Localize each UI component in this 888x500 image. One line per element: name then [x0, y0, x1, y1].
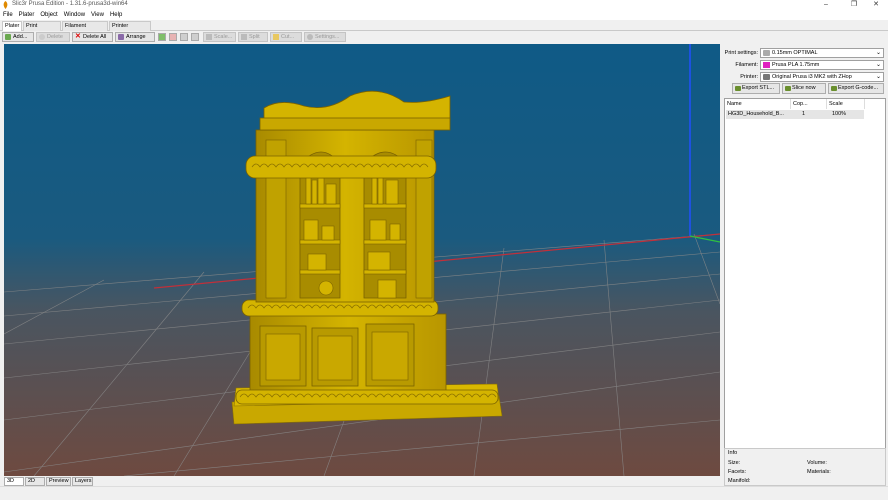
- export-stl-icon: [735, 86, 741, 91]
- object-copies: 1: [802, 111, 806, 117]
- settings-icon: [307, 34, 313, 40]
- tab-filament-settings[interactable]: Filament Settings: [62, 21, 108, 38]
- cut-button[interactable]: Cut...: [270, 32, 302, 42]
- print-settings-select[interactable]: 0.15mm OPTIMAL ⌄: [760, 48, 884, 58]
- window-title: Slic3r Prusa Edition - 1.31.6-prusa3d-wi…: [12, 1, 128, 7]
- manifold-label: Manifold:: [728, 478, 751, 484]
- status-bar: [0, 486, 888, 500]
- chevron-down-icon: ⌄: [875, 50, 881, 56]
- export-gcode-icon: [831, 86, 837, 91]
- plater-toolbar: Add... Delete ✕ Delete All Arrange Scale…: [0, 31, 888, 43]
- chevron-down-icon: ⌄: [875, 62, 881, 68]
- menu-help[interactable]: Help: [107, 10, 125, 20]
- increase-copies-icon[interactable]: [158, 33, 166, 41]
- decrease-copies-icon[interactable]: [169, 33, 177, 41]
- object-list[interactable]: Name Cop... Scale HG3D_Household_B... 1 …: [724, 98, 886, 449]
- maximize-button[interactable]: ❐: [842, 0, 866, 10]
- facets-label: Facets:: [728, 469, 747, 475]
- print-settings-value: 0.15mm OPTIMAL: [772, 50, 818, 56]
- tab-layers[interactable]: Layers: [72, 477, 93, 486]
- materials-label: Materials:: [807, 469, 831, 475]
- rotate-right-icon[interactable]: [191, 33, 199, 41]
- slic3r-app-icon: [3, 1, 8, 9]
- menu-window[interactable]: Window: [61, 10, 88, 20]
- settings-label: Settings...: [315, 34, 340, 40]
- column-scale[interactable]: Scale: [827, 99, 865, 109]
- menu-view[interactable]: View: [88, 10, 107, 20]
- menu-bar: File Plater Object Window View Help: [0, 10, 888, 20]
- export-stl-button[interactable]: Export STL...: [732, 83, 780, 94]
- tab-3d[interactable]: 3D: [4, 477, 24, 486]
- export-gcode-button[interactable]: Export G-code...: [828, 83, 884, 94]
- column-name[interactable]: Name: [725, 99, 791, 109]
- delete-icon: [39, 34, 45, 40]
- print-profile-icon: [763, 50, 770, 56]
- filament-label: Filament:: [735, 62, 758, 68]
- filament-value: Prusa PLA 1.75mm: [772, 62, 820, 68]
- printer-row: Printer: Original Prusa i3 MK2 with ZHop…: [722, 72, 888, 82]
- split-label: Split: [249, 34, 260, 40]
- print-settings-row: Print settings: 0.15mm OPTIMAL ⌄: [722, 48, 888, 58]
- scale-label: Scale...: [214, 34, 233, 40]
- size-label: Size:: [728, 460, 741, 466]
- view-tabs: 3D 2D Preview Layers: [0, 476, 720, 486]
- main-tabs: Plater Print Settings Filament Settings …: [0, 20, 888, 38]
- slice-now-button[interactable]: Slice now: [782, 83, 826, 94]
- right-panel: Print settings: 0.15mm OPTIMAL ⌄ Filamen…: [722, 44, 888, 486]
- arrange-icon: [118, 34, 124, 40]
- chevron-down-icon: ⌄: [875, 74, 881, 80]
- column-copies[interactable]: Cop...: [791, 99, 827, 109]
- scale-icon: [206, 34, 212, 40]
- tab-printer-settings[interactable]: Printer Settings: [109, 21, 151, 38]
- delete-all-label: Delete All: [83, 34, 107, 40]
- add-button[interactable]: Add...: [2, 32, 34, 42]
- split-icon: [241, 34, 247, 40]
- tab-print-settings[interactable]: Print Settings: [23, 21, 61, 38]
- object-name: HG3D_Household_B...: [728, 111, 784, 117]
- close-button[interactable]: ✕: [864, 0, 888, 10]
- delete-label: Delete: [47, 34, 63, 40]
- title-bar: Slic3r Prusa Edition - 1.31.6-prusa3d-wi…: [0, 0, 888, 10]
- 3d-scene: [4, 44, 720, 476]
- table-row[interactable]: HG3D_Household_B... 1 100%: [726, 110, 864, 119]
- add-icon: [5, 34, 11, 40]
- delete-all-icon: ✕: [75, 33, 81, 40]
- printer-icon: [763, 74, 770, 80]
- export-gcode-label: Export G-code...: [838, 85, 879, 91]
- volume-label: Volume:: [807, 460, 827, 466]
- tab-2d[interactable]: 2D: [25, 477, 45, 486]
- tab-preview[interactable]: Preview: [46, 477, 71, 486]
- menu-plater[interactable]: Plater: [16, 10, 38, 20]
- info-title: Info: [728, 450, 738, 456]
- arrange-label: Arrange: [126, 34, 146, 40]
- slice-icon: [785, 86, 791, 91]
- export-stl-label: Export STL...: [742, 85, 775, 91]
- filament-select[interactable]: Prusa PLA 1.75mm ⌄: [760, 60, 884, 70]
- cut-icon: [273, 34, 279, 40]
- scale-button[interactable]: Scale...: [203, 32, 236, 42]
- printer-value: Original Prusa i3 MK2 with ZHop: [772, 74, 852, 80]
- menu-object[interactable]: Object: [37, 10, 60, 20]
- menu-file[interactable]: File: [0, 10, 16, 20]
- rotate-left-icon[interactable]: [180, 33, 188, 41]
- slice-now-label: Slice now: [792, 85, 816, 91]
- print-settings-label: Print settings:: [724, 50, 758, 56]
- minimize-button[interactable]: –: [814, 0, 838, 10]
- split-button[interactable]: Split: [238, 32, 268, 42]
- object-scale: 100%: [832, 111, 847, 117]
- printer-select[interactable]: Original Prusa i3 MK2 with ZHop ⌄: [760, 72, 884, 82]
- info-box: Info Size: Volume: Facets: Materials: Ma…: [724, 448, 886, 486]
- settings-button[interactable]: Settings...: [304, 32, 346, 42]
- printer-label: Printer:: [740, 74, 758, 80]
- add-label: Add...: [13, 34, 28, 40]
- filament-row: Filament: Prusa PLA 1.75mm ⌄: [722, 60, 888, 70]
- delete-button[interactable]: Delete: [36, 32, 70, 42]
- delete-all-button[interactable]: ✕ Delete All: [72, 32, 113, 42]
- filament-color-swatch: [763, 62, 770, 68]
- arrange-button[interactable]: Arrange: [115, 32, 155, 42]
- cut-label: Cut...: [281, 34, 295, 40]
- 3d-viewport[interactable]: [4, 44, 720, 476]
